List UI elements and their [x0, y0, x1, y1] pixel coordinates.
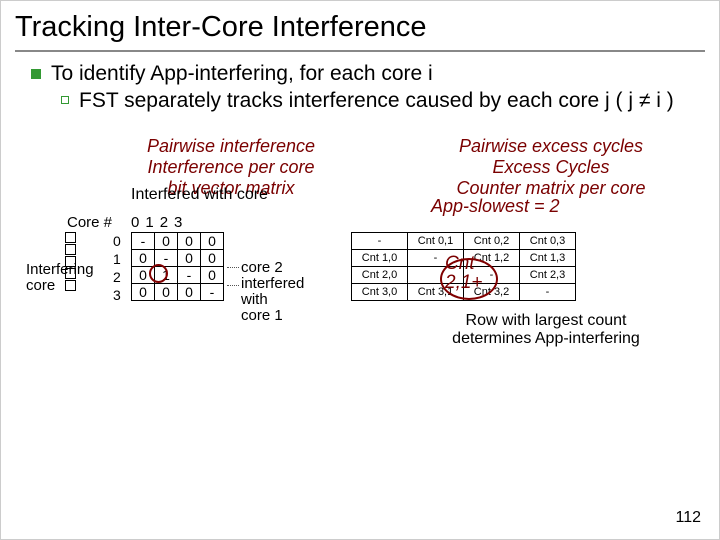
cell: Cnt 0,2: [464, 233, 520, 250]
cell: 0: [132, 250, 155, 267]
cell: Cnt 0,1: [408, 233, 464, 250]
cell: Cnt 1,0: [352, 250, 408, 267]
col-headers: 0123: [131, 214, 188, 231]
row-id: 3: [113, 286, 121, 304]
col-h: 1: [145, 214, 159, 231]
annotation-text: core 2interferedwithcore 1: [241, 260, 304, 323]
col-h: 0: [131, 214, 145, 231]
cell: -: [352, 233, 408, 250]
core-header-prefix: Core #: [67, 214, 112, 231]
row-ids: 0 1 2 3: [113, 232, 121, 304]
bullet-level1: To identify App-interfering, for each co…: [31, 62, 689, 86]
cell: 0: [155, 233, 178, 250]
row-caption: Row with largest countdetermines App-int…: [401, 312, 691, 348]
diagram-area: Pairwise interferenceInterference per co…: [31, 136, 689, 396]
bullet-hollow-square-icon: [61, 96, 69, 104]
row-id: 1: [113, 250, 121, 268]
interfering-core-label: Interferingcore: [26, 262, 94, 294]
bullet-level2: FST separately tracks interference cause…: [61, 88, 689, 114]
cell: Cnt 3,0: [352, 284, 408, 301]
box-icon: [65, 232, 76, 243]
cell: Cnt 1,3: [520, 250, 576, 267]
interfered-caption: Interfered with core: [131, 186, 268, 204]
bit-matrix: -000 0-00 01-0 000-: [131, 232, 224, 301]
right-matrix-label: Pairwise excess cyclesExcess CyclesCount…: [411, 136, 691, 198]
cell: Cnt 0,3: [520, 233, 576, 250]
content-area: To identify App-interfering, for each co…: [1, 62, 719, 396]
cell: -: [201, 284, 224, 301]
cell: 0: [201, 267, 224, 284]
slide-title: Tracking Inter-Core Interference: [1, 1, 719, 50]
cell: 0: [178, 284, 201, 301]
cell: -: [520, 284, 576, 301]
cell: 0: [178, 233, 201, 250]
col-h: 3: [174, 214, 188, 231]
cell: 0: [178, 250, 201, 267]
bullet2-text: FST separately tracks interference cause…: [79, 88, 674, 114]
row-id: 0: [113, 232, 121, 250]
cell: -: [132, 233, 155, 250]
cell: -: [178, 267, 201, 284]
bullet1-text: To identify App-interfering, for each co…: [51, 62, 433, 86]
cell: Cnt 2,0: [352, 267, 408, 284]
page-number: 112: [675, 509, 701, 527]
col-h: 2: [160, 214, 174, 231]
box-icon: [65, 244, 76, 255]
circle-highlight-icon: [440, 258, 498, 300]
core-header: Core #: [67, 214, 112, 231]
cell: 0: [155, 284, 178, 301]
dotted-arrow-icon: [227, 285, 239, 286]
app-slowest-label: App-slowest = 2: [431, 196, 560, 217]
dotted-arrow-icon: [227, 267, 239, 268]
cell: 0: [201, 233, 224, 250]
cell: Cnt 2,3: [520, 267, 576, 284]
title-underline: [15, 50, 705, 52]
cell: 0: [201, 250, 224, 267]
row-id: 2: [113, 268, 121, 286]
bullet-square-icon: [31, 69, 41, 79]
cell: 0: [132, 284, 155, 301]
